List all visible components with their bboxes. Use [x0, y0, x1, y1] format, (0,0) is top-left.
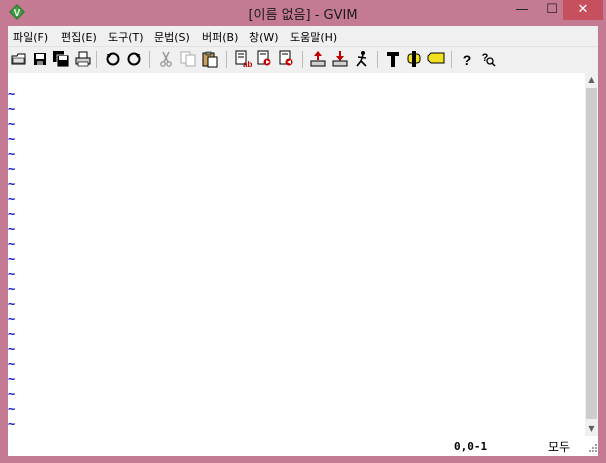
redo-icon[interactable]: [125, 50, 143, 68]
empty-line-marker: ~: [8, 297, 16, 311]
make-icon[interactable]: [384, 50, 402, 68]
empty-line-marker: ~: [8, 327, 16, 341]
menu-edit[interactable]: 편집(E): [61, 29, 97, 45]
empty-line-marker: ~: [8, 132, 16, 146]
run-script-icon[interactable]: [353, 50, 371, 68]
empty-line-marker: ~: [8, 312, 16, 326]
print-icon[interactable]: [74, 50, 92, 68]
empty-line-marker: ~: [8, 342, 16, 356]
load-session-icon[interactable]: [309, 50, 327, 68]
menu-window[interactable]: 창(W): [249, 29, 279, 45]
replace-icon[interactable]: ab: [234, 50, 252, 68]
tag-jump-icon[interactable]: [427, 50, 445, 68]
menu-file[interactable]: 파일(F): [13, 29, 48, 45]
menu-syntax[interactable]: 문법(S): [154, 29, 190, 45]
title-bar[interactable]: V [이름 없음] - GVIM — ☐ ✕: [0, 0, 606, 26]
empty-line-marker: ~: [8, 417, 16, 431]
save-icon[interactable]: [31, 50, 49, 68]
empty-line-marker: ~: [8, 207, 16, 221]
paste-icon[interactable]: [201, 50, 219, 68]
empty-line-marker: ~: [8, 387, 16, 401]
empty-line-marker: ~: [8, 237, 16, 251]
scroll-up-arrow-icon[interactable]: ▲: [585, 73, 598, 87]
run-ctags-icon[interactable]: [405, 50, 423, 68]
find-prev-icon[interactable]: [278, 50, 296, 68]
editor-text-area[interactable]: ~ ~ ~ ~ ~ ~ ~ ~ ~ ~ ~ ~ ~ ~ ~ ~ ~ ~ ~ ~ …: [8, 73, 585, 436]
svg-text:?: ?: [463, 52, 472, 68]
close-button[interactable]: ✕: [563, 0, 603, 20]
empty-line-marker: ~: [8, 192, 16, 206]
find-help-icon[interactable]: ?: [479, 50, 497, 68]
cut-icon[interactable]: [157, 50, 175, 68]
help-icon[interactable]: ?: [458, 50, 476, 68]
scrollbar-thumb[interactable]: [586, 88, 597, 419]
toolbar-separator: [377, 51, 378, 68]
toolbar-separator: [149, 51, 150, 68]
scroll-position-indicator: 모두: [548, 440, 571, 454]
svg-text:ab: ab: [243, 60, 252, 68]
empty-line-marker: ~: [8, 87, 16, 101]
menu-tools[interactable]: 도구(T): [108, 29, 144, 45]
toolbar-separator: [96, 51, 97, 68]
empty-line-marker: ~: [8, 117, 16, 131]
empty-line-marker: ~: [8, 252, 16, 266]
toolbar-separator: [302, 51, 303, 68]
status-line: 0,0-1 모두: [8, 436, 598, 456]
save-session-icon[interactable]: [331, 50, 349, 68]
empty-line-marker: ~: [8, 162, 16, 176]
empty-line-marker: ~: [8, 282, 16, 296]
maximize-button[interactable]: ☐: [538, 0, 566, 20]
empty-line-marker: ~: [8, 147, 16, 161]
toolbar-separator: [451, 51, 452, 68]
empty-line-marker: ~: [8, 222, 16, 236]
empty-line-marker: ~: [8, 177, 16, 191]
scroll-down-arrow-icon[interactable]: ▼: [585, 422, 598, 436]
menu-buffers[interactable]: 버퍼(B): [202, 29, 238, 45]
menu-bar: 파일(F) 편집(E) 도구(T) 문법(S) 버퍼(B) 창(W) 도움말(H…: [8, 26, 598, 46]
empty-line-marker: ~: [8, 102, 16, 116]
open-icon[interactable]: [10, 50, 28, 68]
find-next-icon[interactable]: [256, 50, 274, 68]
empty-line-marker: ~: [8, 372, 16, 386]
save-all-icon[interactable]: [52, 50, 70, 68]
toolbar: ab ? ?: [8, 46, 598, 74]
undo-icon[interactable]: [104, 50, 122, 68]
toolbar-separator: [226, 51, 227, 68]
cursor-ruler: 0,0-1: [454, 440, 488, 453]
vertical-scrollbar[interactable]: ▲ ▼: [585, 73, 598, 436]
gvim-window: V [이름 없음] - GVIM — ☐ ✕ 파일(F) 편집(E) 도구(T)…: [0, 0, 606, 463]
empty-line-marker: ~: [8, 357, 16, 371]
empty-line-marker: ~: [8, 402, 16, 416]
menu-help[interactable]: 도움말(H): [290, 29, 337, 45]
empty-line-marker: ~: [8, 267, 16, 281]
copy-icon[interactable]: [179, 50, 197, 68]
minimize-button[interactable]: —: [508, 0, 536, 20]
resize-grip-icon[interactable]: [586, 441, 598, 455]
